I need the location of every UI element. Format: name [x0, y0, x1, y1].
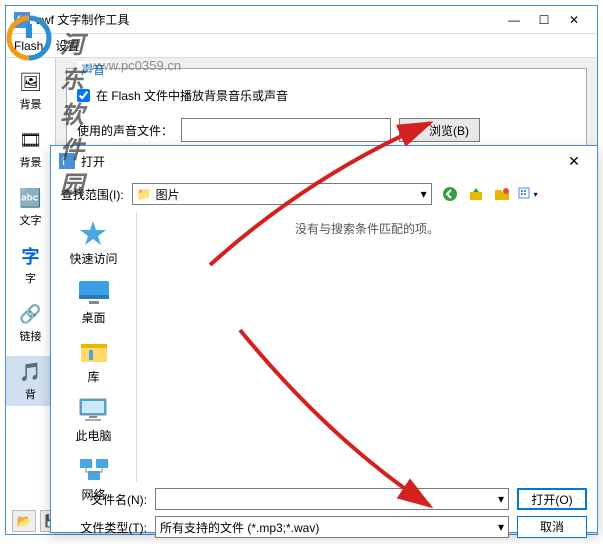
app-icon: f — [14, 12, 30, 28]
window-title: swf 文字制作工具 — [36, 11, 499, 28]
minimize-button[interactable]: — — [499, 10, 529, 30]
filetype-combo[interactable]: 所有支持的文件 (*.mp3;*.wav)▾ — [155, 516, 509, 538]
open-close-button[interactable]: ✕ — [559, 153, 589, 170]
view-menu-icon[interactable]: ▾ — [518, 184, 538, 204]
place-quick-access[interactable]: 快速访问 — [69, 218, 117, 267]
sidebar-item-text[interactable]: 🔤文字 — [6, 182, 55, 232]
cancel-button[interactable]: 取消 — [517, 516, 587, 538]
dialog-icon: f — [59, 153, 75, 169]
back-icon[interactable] — [440, 184, 460, 204]
open-toolbar: 查找范围(I): 📁 图片 ▾ ▾ — [51, 176, 597, 212]
sound-file-label: 使用的声音文件： — [77, 122, 173, 139]
sound-file-input[interactable] — [181, 118, 391, 142]
filetype-label: 文件类型(T): — [61, 519, 147, 536]
image-icon: 🖼 — [17, 70, 45, 94]
titlebar: f swf 文字制作工具 — ☐ ✕ — [6, 6, 597, 34]
open-button[interactable]: 打开(O) — [517, 488, 587, 510]
sidebar-item-font[interactable]: 字字 — [6, 240, 55, 290]
filename-label: 文件名(N): — [61, 491, 147, 508]
look-in-value: 图片 — [156, 186, 180, 203]
link-icon: 🔗 — [17, 302, 45, 326]
menu-settings[interactable]: 设置 — [55, 37, 79, 54]
library-icon — [76, 336, 112, 366]
sidebar-item-bg2[interactable]: 🎞背景 — [6, 124, 55, 174]
up-icon[interactable] — [466, 184, 486, 204]
sound-group: 声音 在 Flash 文件中播放背景音乐或声音 使用的声音文件： 📂 浏览(B) — [66, 68, 587, 153]
play-sound-checkbox[interactable]: 在 Flash 文件中播放背景音乐或声音 — [77, 87, 576, 104]
menubar: Flash 设置 — [6, 34, 597, 58]
sidebar-item-link[interactable]: 🔗链接 — [6, 298, 55, 348]
place-library[interactable]: 库 — [76, 336, 112, 385]
look-in-label: 查找范围(I): — [61, 186, 124, 203]
network-icon — [76, 454, 112, 484]
close-button[interactable]: ✕ — [559, 10, 589, 30]
tool-open-icon[interactable]: 📂 — [12, 510, 36, 532]
desktop-icon — [76, 277, 112, 307]
browse-button[interactable]: 📂 浏览(B) — [399, 118, 480, 142]
chevron-down-icon: ▾ — [492, 520, 504, 534]
text-icon: 🔤 — [17, 186, 45, 210]
menu-flash[interactable]: Flash — [14, 39, 43, 53]
checkbox-label: 在 Flash 文件中播放背景音乐或声音 — [96, 87, 288, 104]
new-folder-icon[interactable] — [492, 184, 512, 204]
folder-open-icon: 📂 — [410, 123, 425, 137]
open-title: 打开 — [81, 153, 559, 170]
pc-icon — [75, 395, 111, 425]
place-this-pc[interactable]: 此电脑 — [75, 395, 111, 444]
play-sound-check-input[interactable] — [77, 89, 90, 102]
empty-text: 没有与搜索条件匹配的项。 — [145, 220, 589, 237]
film-icon: 🎞 — [17, 128, 45, 152]
chevron-down-icon: ▾ — [492, 492, 504, 506]
look-in-combo[interactable]: 📁 图片 ▾ — [132, 183, 432, 205]
sidebar-item-sound[interactable]: 🎵背 — [6, 356, 55, 406]
sidebar-item-bg[interactable]: 🖼背景 — [6, 66, 55, 116]
maximize-button[interactable]: ☐ — [529, 10, 559, 30]
open-dialog: f 打开 ✕ 查找范围(I): 📁 图片 ▾ ▾ 快速访问 桌面 库 此电脑 网… — [50, 145, 598, 533]
sidebar: 🖼背景 🎞背景 🔤文字 字字 🔗链接 🎵背 — [6, 58, 56, 534]
sound-icon: 🎵 — [17, 360, 45, 384]
open-titlebar: f 打开 ✕ — [51, 146, 597, 176]
places-bar: 快速访问 桌面 库 此电脑 网络 — [51, 212, 137, 482]
folder-icon: 📁 — [137, 187, 152, 201]
file-list-area[interactable]: 没有与搜索条件匹配的项。 — [137, 212, 597, 482]
font-icon: 字 — [17, 244, 45, 268]
chevron-down-icon: ▾ — [415, 187, 427, 201]
place-desktop[interactable]: 桌面 — [76, 277, 112, 326]
star-icon — [75, 218, 111, 248]
filename-combo[interactable]: ▾ — [155, 488, 509, 510]
group-title: 声音 — [77, 61, 109, 78]
